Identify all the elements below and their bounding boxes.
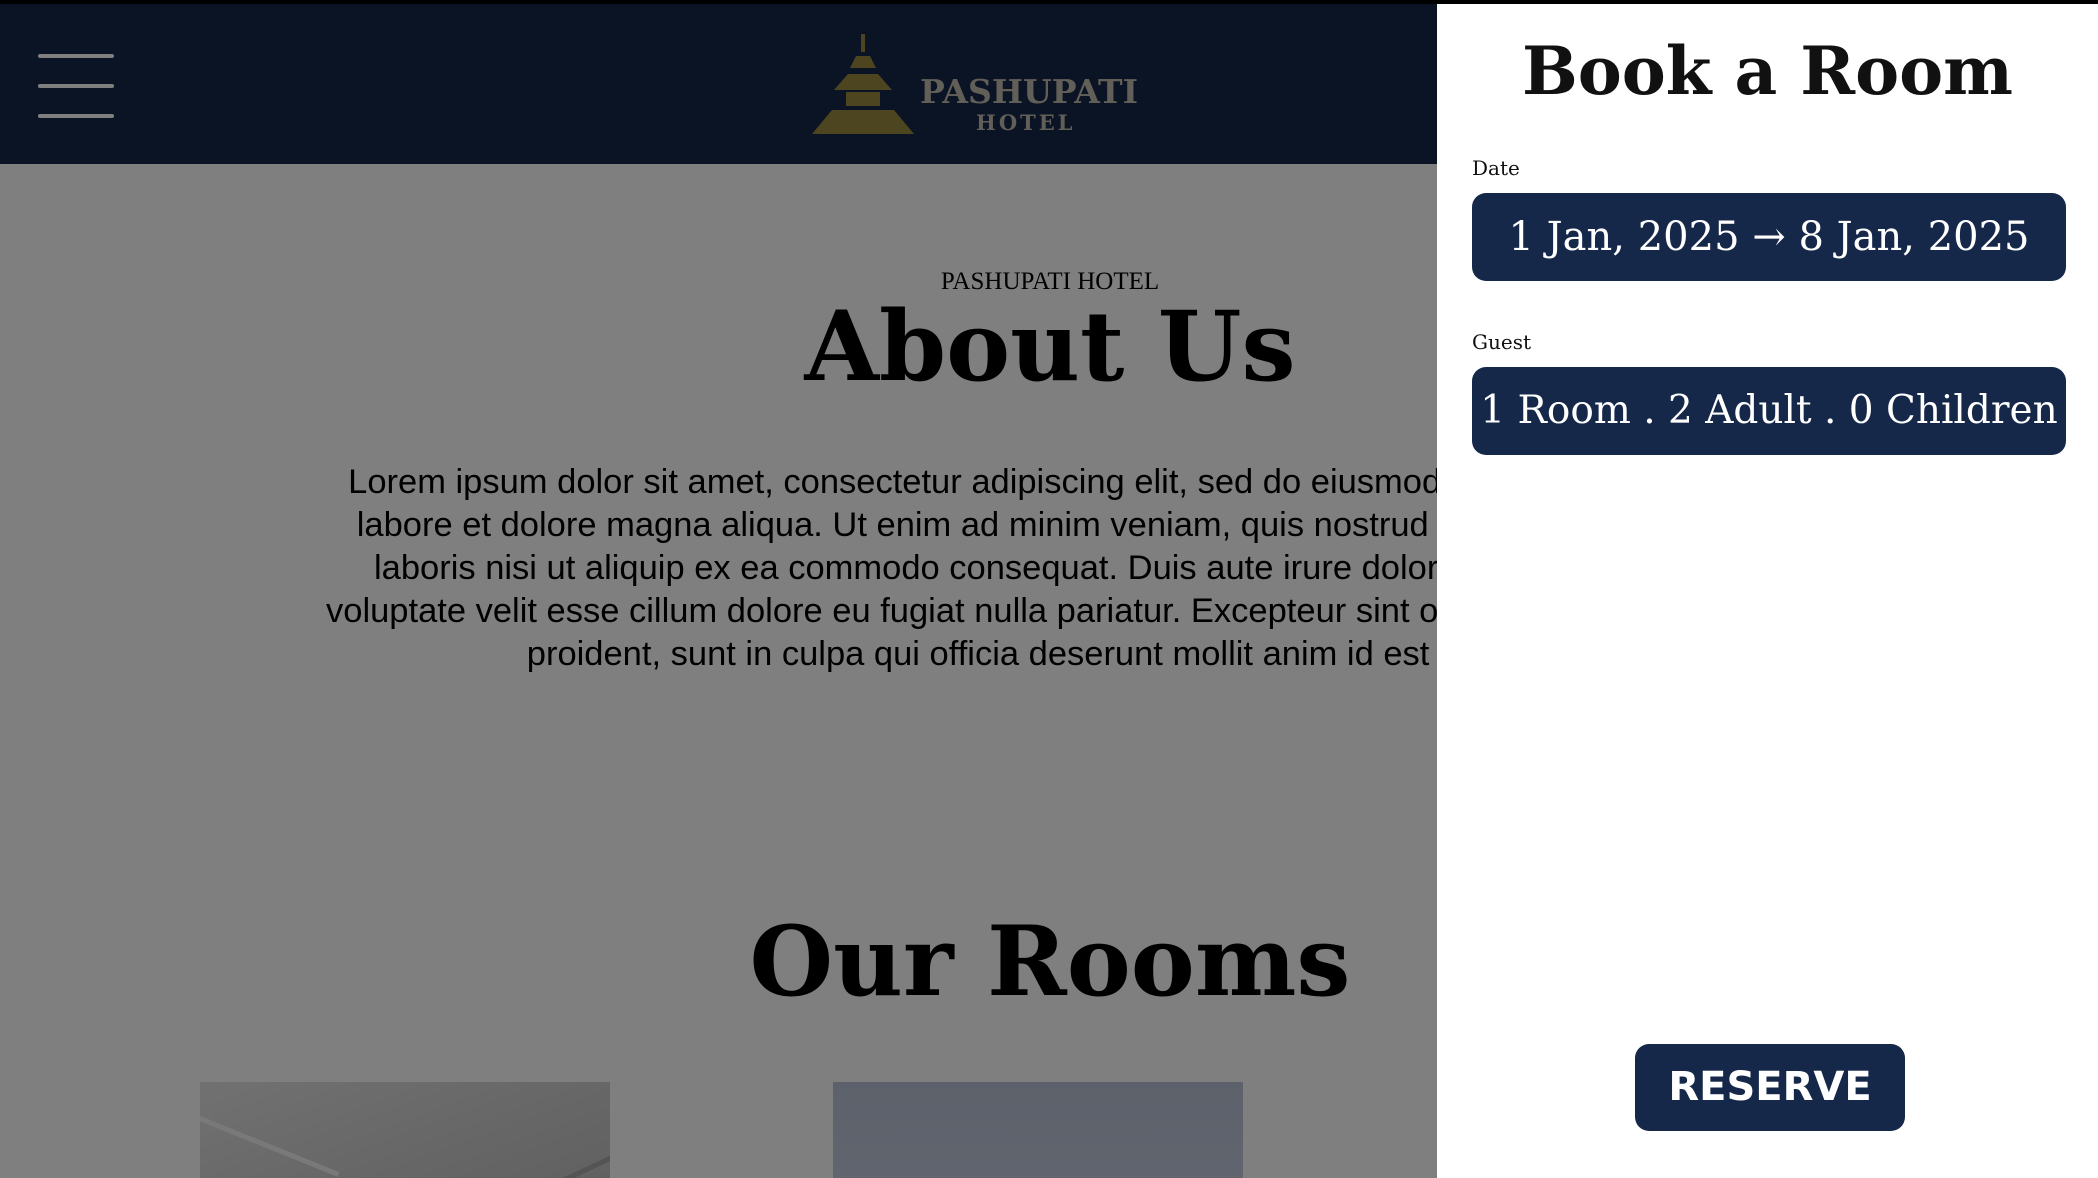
reserve-button[interactable]: RESERVE bbox=[1635, 1044, 1905, 1131]
main-page: PASHUPATI HOTEL PASHUPATI HOTEL About Us… bbox=[0, 0, 1437, 1178]
booking-panel: Book a Room Date 1 Jan, 2025 → 8 Jan, 20… bbox=[1437, 4, 2098, 1178]
guest-label: Guest bbox=[1472, 330, 1531, 354]
date-range-field[interactable]: 1 Jan, 2025 → 8 Jan, 2025 bbox=[1472, 193, 2066, 281]
date-label: Date bbox=[1472, 156, 1520, 180]
modal-overlay[interactable] bbox=[0, 0, 1437, 1178]
guest-field[interactable]: 1 Room . 2 Adult . 0 Children bbox=[1472, 367, 2066, 455]
booking-title: Book a Room bbox=[1521, 32, 2013, 110]
